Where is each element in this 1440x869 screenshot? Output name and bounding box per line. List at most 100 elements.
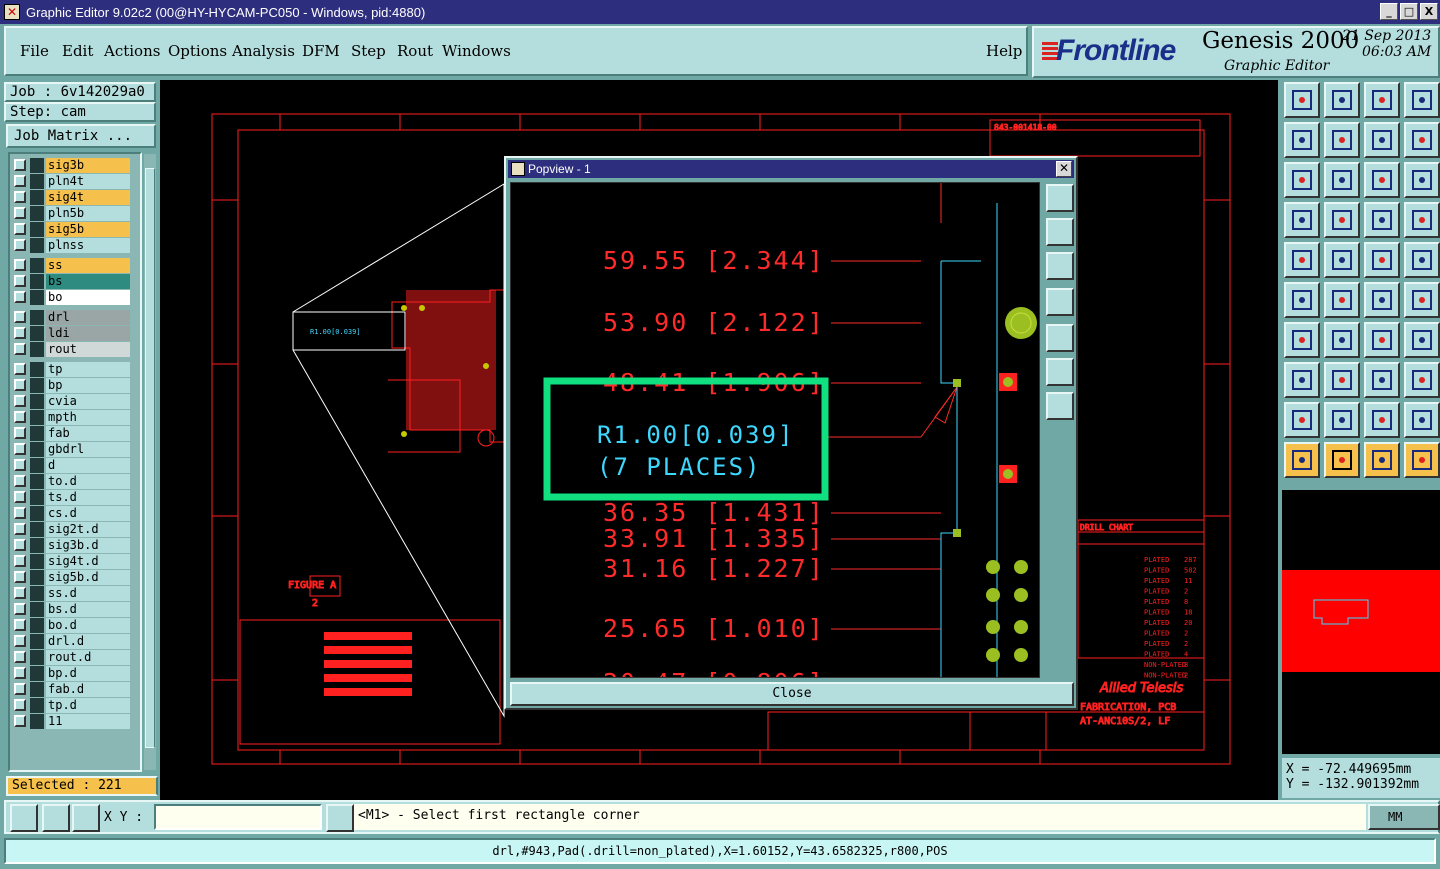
layer-name[interactable]: sig4t <box>46 190 130 205</box>
layer-name[interactable]: sig2t.d <box>46 522 130 537</box>
layer-checkbox[interactable] <box>14 475 26 487</box>
tool-tri-down-icon[interactable] <box>1404 402 1440 438</box>
minimize-button[interactable]: _ <box>1380 3 1398 20</box>
layer-name[interactable]: sig3b.d <box>46 538 130 553</box>
tool-prev-icon[interactable] <box>1284 122 1320 158</box>
layer-row[interactable]: 11 <box>12 714 140 730</box>
layer-checkbox[interactable] <box>14 395 26 407</box>
layer-list-scrollbar[interactable] <box>144 154 156 770</box>
layer-row[interactable]: fab.d <box>12 682 140 698</box>
layer-row[interactable]: sig5b.d <box>12 570 140 586</box>
tool-line-angle-icon[interactable] <box>1284 322 1320 358</box>
layer-row[interactable]: plnss <box>12 238 140 254</box>
popview-tool-zoom-home-icon[interactable] <box>1046 184 1074 212</box>
layer-name[interactable]: rout.d <box>46 650 130 665</box>
tool-line-icon[interactable] <box>1324 322 1360 358</box>
layer-checkbox[interactable] <box>14 191 26 203</box>
tool-move-pad-icon[interactable] <box>1404 282 1440 318</box>
tool-tri-edit-icon[interactable] <box>1284 402 1320 438</box>
layer-checkbox[interactable] <box>14 379 26 391</box>
tool-ruler-icon[interactable] <box>1364 242 1400 278</box>
menu-step[interactable]: Step <box>351 42 386 60</box>
layer-checkbox[interactable] <box>14 291 26 303</box>
layer-row[interactable]: ts.d <box>12 490 140 506</box>
layer-row[interactable]: sig5b <box>12 222 140 238</box>
layer-name[interactable]: ss <box>46 258 130 273</box>
layer-row[interactable]: ldi <box>12 326 140 342</box>
layer-name[interactable]: sig4t.d <box>46 554 130 569</box>
popview-canvas[interactable]: 59.55 [2.344] 53.90 [2.122] 48.41 [1.906… <box>510 182 1040 678</box>
popview-tool-zoom-in-icon[interactable] <box>1046 358 1074 386</box>
scrollbar-thumb[interactable] <box>145 168 155 748</box>
tool-window-icon[interactable] <box>1404 82 1440 118</box>
layer-row[interactable]: rout <box>12 342 140 358</box>
layer-checkbox[interactable] <box>14 651 26 663</box>
layer-checkbox[interactable] <box>14 699 26 711</box>
layer-checkbox[interactable] <box>14 207 26 219</box>
layer-checkbox[interactable] <box>14 159 26 171</box>
layer-name[interactable]: cvia <box>46 394 130 409</box>
layer-name[interactable]: drl <box>46 310 130 325</box>
tool-arc-icon[interactable] <box>1364 322 1400 358</box>
layer-checkbox[interactable] <box>14 443 26 455</box>
tool-pad-icon[interactable] <box>1404 242 1440 278</box>
popview-tool-pan-down-icon[interactable] <box>1046 252 1074 280</box>
layer-name[interactable]: tp.d <box>46 698 130 713</box>
layer-checkbox[interactable] <box>14 327 26 339</box>
tool-swap-icon[interactable] <box>1364 122 1400 158</box>
info-icon[interactable] <box>326 804 354 832</box>
menu-edit[interactable]: Edit <box>62 42 93 60</box>
tool-grid-view-icon[interactable] <box>1324 202 1360 238</box>
layer-name[interactable]: pln4t <box>46 174 130 189</box>
tool-cross-icon[interactable] <box>1324 282 1360 318</box>
tool-layer-pins-alt-icon[interactable] <box>1404 202 1440 238</box>
tool-select-area-icon[interactable] <box>1324 242 1360 278</box>
tool-help-icon[interactable] <box>1404 162 1440 198</box>
menu-rout[interactable]: Rout <box>397 42 433 60</box>
layer-row[interactable]: drl.d <box>12 634 140 650</box>
layer-name[interactable]: bp.d <box>46 666 130 681</box>
layer-name[interactable]: ldi <box>46 326 130 341</box>
layer-row[interactable]: sig3b.d <box>12 538 140 554</box>
layer-row[interactable]: sig2t.d <box>12 522 140 538</box>
tool-center-icon[interactable] <box>1324 162 1360 198</box>
layer-row[interactable]: sig3b <box>12 158 140 174</box>
tool-tools-icon[interactable] <box>1284 202 1320 238</box>
xy-input[interactable] <box>154 804 322 830</box>
tool-pointer-dark-icon[interactable] <box>1324 442 1360 478</box>
popview-close-button[interactable]: Close <box>510 682 1074 706</box>
menu-actions[interactable]: Actions <box>104 42 160 60</box>
layer-row[interactable]: rout.d <box>12 650 140 666</box>
layer-name[interactable]: ss.d <box>46 586 130 601</box>
layer-checkbox[interactable] <box>14 175 26 187</box>
tool-scale-1-2-icon[interactable] <box>1364 162 1400 198</box>
menu-windows[interactable]: Windows <box>442 42 511 60</box>
layer-row[interactable]: cs.d <box>12 506 140 522</box>
layer-name[interactable]: d <box>46 458 130 473</box>
menu-analysis[interactable]: Analysis <box>232 42 295 60</box>
layer-name[interactable]: gbdrl <box>46 442 130 457</box>
tool-step-icon[interactable] <box>1404 122 1440 158</box>
layer-checkbox[interactable] <box>14 259 26 271</box>
layer-row[interactable]: ss <box>12 258 140 274</box>
tool-route-icon[interactable] <box>1404 442 1440 478</box>
layer-checkbox[interactable] <box>14 427 26 439</box>
layer-name[interactable]: plnss <box>46 238 130 253</box>
layer-row[interactable]: sig4t <box>12 190 140 206</box>
layer-checkbox[interactable] <box>14 523 26 535</box>
layer-row[interactable]: mpth <box>12 410 140 426</box>
tool-measure-dim-icon[interactable] <box>1364 362 1400 398</box>
job-matrix-button[interactable]: Job Matrix ... <box>6 124 156 148</box>
measure-icon[interactable] <box>42 804 70 832</box>
layer-name[interactable]: fab <box>46 426 130 441</box>
layer-checkbox[interactable] <box>14 635 26 647</box>
layer-checkbox[interactable] <box>14 311 26 323</box>
tool-open-icon[interactable] <box>1284 82 1320 118</box>
layer-row[interactable]: bo.d <box>12 618 140 634</box>
overview-panel[interactable] <box>1282 490 1440 754</box>
layer-checkbox[interactable] <box>14 275 26 287</box>
tool-select-point-icon[interactable] <box>1284 242 1320 278</box>
tool-feature-icon[interactable] <box>1404 322 1440 358</box>
layer-checkbox[interactable] <box>14 411 26 423</box>
tool-home-icon[interactable] <box>1364 82 1400 118</box>
